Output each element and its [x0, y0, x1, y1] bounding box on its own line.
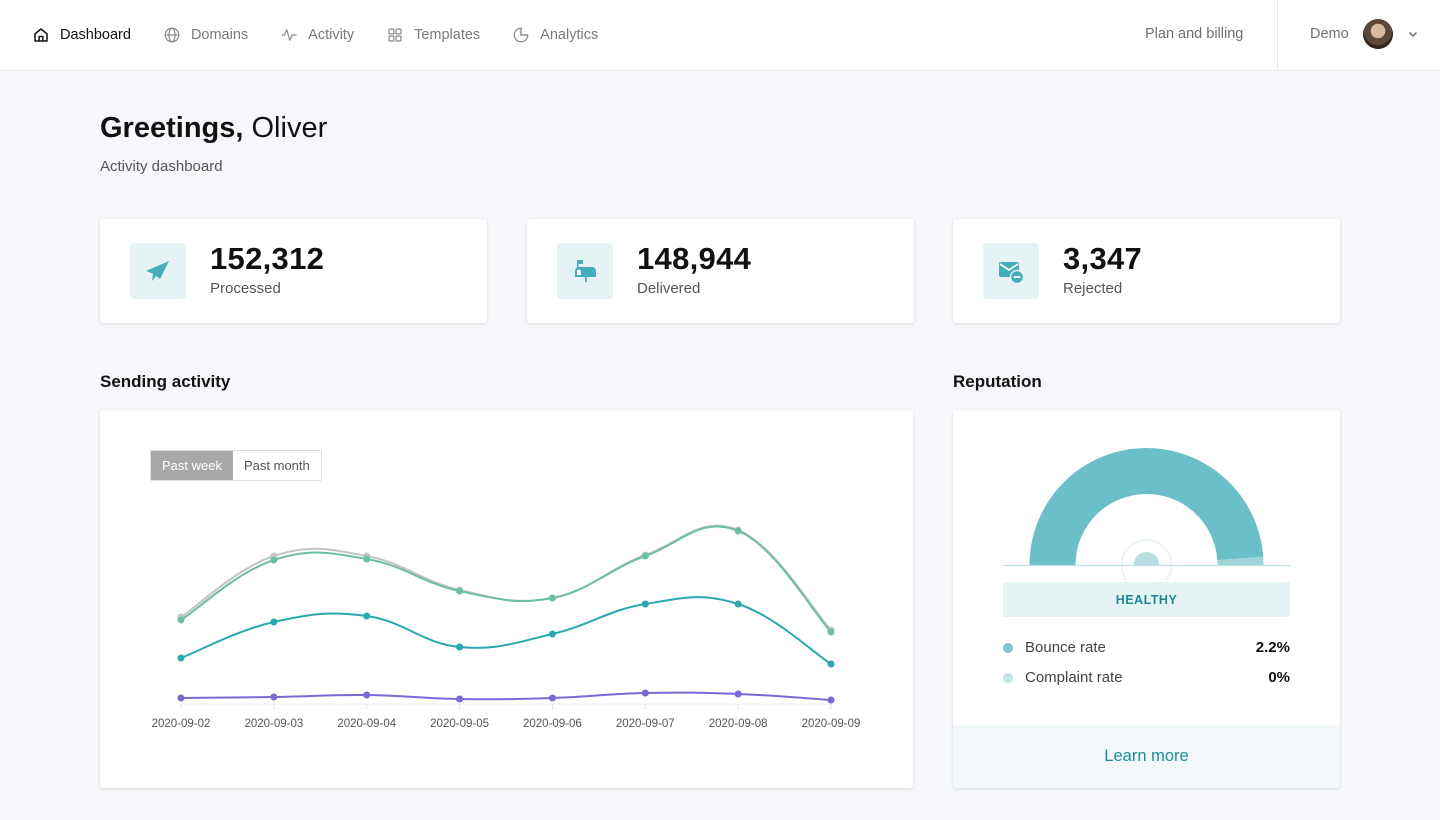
data-point-rejected: [177, 694, 185, 702]
x-tick-label: 2020-09-05: [430, 718, 489, 730]
x-tick-label: 2020-09-09: [802, 718, 861, 730]
range-past-month-button[interactable]: Past month: [232, 451, 321, 480]
nav-item-dashboard[interactable]: Dashboard: [32, 26, 131, 44]
nav-item-domains[interactable]: Domains: [163, 26, 248, 44]
rate-label: Bounce rate: [1025, 639, 1106, 656]
stat-label: Processed: [210, 280, 281, 297]
data-point-rejected: [641, 689, 649, 697]
stat-card-processed: 152,312 Processed: [100, 219, 487, 323]
stat-label: Rejected: [1063, 280, 1123, 297]
stat-label: Delivered: [637, 280, 701, 297]
pie-chart-icon: [513, 27, 529, 43]
data-point-rejected: [456, 695, 464, 703]
data-point-opened: [456, 643, 464, 651]
avatar: [1362, 19, 1393, 49]
data-point-delivered: [734, 527, 742, 535]
data-point-opened: [641, 600, 649, 608]
mail-minus-icon: [999, 262, 1025, 285]
reputation-status-badge: HEALTHY: [1003, 582, 1290, 617]
series-line-processed: [180, 524, 832, 631]
activity-pulse-icon: [281, 29, 297, 41]
paper-plane-icon: [146, 261, 169, 281]
nav-label: Analytics: [540, 27, 599, 43]
nav-label: Domains: [190, 27, 249, 43]
sending-activity-title: Sending activity: [100, 372, 231, 391]
reputation-gauge: [1003, 447, 1290, 580]
stat-icon-box: [130, 243, 186, 299]
rate-label: Complaint rate: [1025, 669, 1123, 686]
page-subtitle: Activity dashboard: [100, 158, 223, 175]
chevron-down-icon: [1408, 31, 1417, 38]
top-navigation-bar: Dashboard Domains Activity Templates Ana…: [0, 0, 1440, 71]
data-point-rejected: [270, 693, 278, 701]
nav-label: Templates: [414, 27, 481, 43]
x-tick-label: 2020-09-02: [152, 718, 211, 730]
series-line-opened: [180, 596, 832, 665]
page-title: Greetings, Oliver: [100, 112, 327, 145]
rate-value: 2.2%: [1255, 639, 1290, 656]
main-nav: Dashboard Domains Activity Templates Ana…: [32, 0, 630, 70]
mailbox-icon: [575, 260, 596, 282]
data-point-delivered: [548, 594, 556, 602]
data-point-delivered: [270, 556, 278, 564]
series-line-delivered: [180, 525, 832, 633]
stat-value: 3,347: [1063, 241, 1143, 276]
home-icon: [34, 28, 48, 42]
range-toggle: Past week Past month: [150, 450, 322, 481]
x-tick-label: 2020-09-06: [523, 718, 582, 730]
data-point-opened: [734, 600, 742, 608]
reputation-title: Reputation: [953, 372, 1042, 391]
reputation-card: HEALTHY Bounce rate 2.2% Complaint rate …: [953, 410, 1340, 788]
data-point-rejected: [363, 691, 371, 699]
user-first-name: Oliver: [251, 112, 328, 144]
user-name: Demo: [1310, 26, 1349, 42]
series-line-rejected: [180, 691, 832, 701]
x-tick-label: 2020-09-03: [244, 718, 303, 730]
plan-and-billing-link[interactable]: Plan and billing: [1145, 26, 1243, 42]
data-point-opened: [177, 654, 185, 662]
bounce-rate-row: Bounce rate 2.2%: [1003, 639, 1290, 656]
range-past-week-button[interactable]: Past week: [151, 451, 233, 480]
data-point-delivered: [177, 616, 185, 624]
nav-label: Dashboard: [60, 27, 131, 43]
data-point-rejected: [734, 690, 742, 698]
stat-value: 148,944: [637, 241, 752, 276]
x-tick-label: 2020-09-04: [337, 718, 396, 730]
data-point-rejected: [827, 696, 835, 704]
stat-value: 152,312: [210, 241, 325, 276]
nav-item-activity[interactable]: Activity: [280, 26, 354, 44]
bounce-rate-legend-dot: [1003, 642, 1013, 653]
data-point-opened: [270, 618, 278, 626]
complaint-rate-legend-dot: [1003, 672, 1013, 683]
x-tick-label: 2020-09-07: [616, 718, 675, 730]
data-point-opened: [548, 630, 556, 638]
data-point-delivered: [363, 555, 371, 563]
learn-more-link[interactable]: Learn more: [953, 725, 1340, 788]
data-point-delivered: [641, 552, 649, 560]
nav-item-templates[interactable]: Templates: [386, 26, 480, 44]
gauge-needle-hub: [1133, 552, 1160, 565]
stat-card-delivered: 148,944 Delivered: [527, 219, 914, 323]
gauge-healthy-arc: [1029, 447, 1264, 565]
complaint-rate-row: Complaint rate 0%: [1003, 669, 1290, 686]
data-point-opened: [363, 612, 371, 620]
data-point-rejected: [548, 694, 556, 702]
user-menu[interactable]: Demo: [1310, 19, 1419, 49]
rate-value: 0%: [1268, 669, 1290, 686]
sending-activity-card: 2020-09-02 2020-09-03 2020-09-04 2020-09-05…: [100, 410, 913, 788]
x-tick-label: 2020-09-08: [709, 718, 768, 730]
data-point-delivered: [827, 628, 835, 636]
stat-card-rejected: 3,347 Rejected: [953, 219, 1340, 323]
grid-icon: [388, 28, 402, 42]
greeting-text: Greetings,: [100, 112, 244, 144]
nav-label: Activity: [308, 27, 355, 43]
stat-icon-box: [557, 243, 613, 299]
nav-divider: [1277, 0, 1278, 70]
nav-item-analytics[interactable]: Analytics: [512, 26, 598, 44]
stat-icon-box: [983, 243, 1039, 299]
data-point-delivered: [456, 587, 464, 595]
globe-icon: [164, 27, 180, 43]
data-point-opened: [827, 660, 835, 668]
